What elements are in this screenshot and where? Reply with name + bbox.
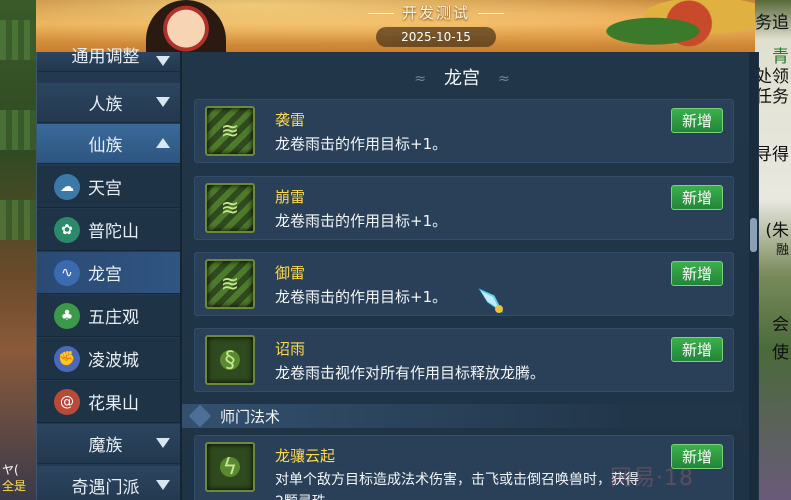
wave-icon: ∿ [54, 259, 80, 286]
event-banner: 开发测试 2025-10-15 [36, 0, 755, 52]
quest-text: 务追 [755, 13, 789, 33]
skill-name: 袭雷 [275, 111, 306, 129]
skill-desc: 龙卷雨击的作用目标+1。 [275, 135, 448, 153]
sidebar-item-wuzhuang[interactable]: ♣ 五庄观 [37, 295, 180, 337]
thunder-icon: ≋ [205, 259, 255, 309]
chevron-down-icon [156, 438, 170, 448]
sidebar-item-putuo[interactable]: ✿ 普陀山 [37, 209, 180, 251]
new-badge: 新增 [671, 337, 723, 362]
banner-date: 2025-10-15 [376, 27, 496, 47]
skill-desc: 2颗灵珠 [275, 491, 326, 500]
subheading: 师门法术 [182, 404, 742, 428]
patch-notes-panel: 通用调整 人族 仙族 ☁ 天宫 ✿ 普陀山 ∿ 龙宫 ♣ 五庄观 ✊ 凌波城 @… [36, 47, 759, 500]
sidebar-item-longgong[interactable]: ∿ 龙宫 [37, 252, 180, 294]
quest-text: 会 [772, 315, 789, 335]
chevron-up-icon [156, 138, 170, 148]
fist-icon: ✊ [54, 345, 80, 372]
thunder-icon: ≋ [205, 183, 255, 233]
chevron-down-icon [156, 56, 170, 66]
change-card: ≋ 袭雷 龙卷雨击的作用目标+1。 新增 [194, 99, 734, 163]
chevron-down-icon [156, 97, 170, 107]
banner-ribbon: 开发测试 2025-10-15 [346, 0, 526, 52]
new-badge: 新增 [671, 261, 723, 286]
content-area: ≈ 龙宫 ≈ ≋ 袭雷 龙卷雨击的作用目标+1。 新增 ≋ 崩雷 龙卷雨击的作用目标… [182, 52, 742, 500]
cursor-icon [475, 285, 507, 318]
sidebar-category-immortal[interactable]: 仙族 [37, 124, 180, 164]
scrollbar[interactable] [749, 52, 758, 500]
sidebar-category-human[interactable]: 人族 [37, 83, 180, 123]
swirl-icon: ≈ [414, 71, 426, 87]
diamond-icon [188, 404, 212, 428]
skill-desc: 对单个敌方目标造成法术伤害，击飞或击倒召唤兽时，获得 [275, 472, 639, 488]
game-background-left: ヤ( 全是 [0, 0, 36, 500]
spiral-icon: @ [54, 388, 80, 415]
sidebar-category-demon[interactable]: 魔族 [37, 424, 180, 464]
chevron-down-icon [156, 480, 170, 490]
dragon-icon: § [205, 335, 255, 385]
quest-text: 使 [772, 343, 789, 363]
section-title: ≈ 龙宫 ≈ [414, 68, 510, 89]
chat-text: ヤ( [2, 463, 19, 477]
game-background-right: 务追 青 处领 任务 寻得 (朱 融 会 使 [755, 0, 791, 500]
monster-portrait [581, 0, 755, 52]
banner-title: 开发测试 [401, 4, 470, 22]
quest-text: 处领 [755, 67, 789, 87]
quest-text: (朱 [765, 221, 789, 241]
quest-text: 寻得 [755, 145, 789, 165]
new-badge: 新增 [671, 108, 723, 133]
skill-desc: 龙卷雨击视作对所有作用目标释放龙腾。 [275, 364, 546, 382]
skill-desc: 龙卷雨击的作用目标+1。 [275, 288, 448, 306]
game-screen: { "banner": { "title": "开发测试", "date": "… [0, 0, 791, 500]
thunder-icon: ≋ [205, 106, 255, 156]
sidebar-item-huaguo[interactable]: @ 花果山 [37, 381, 180, 423]
sidebar-item-tiangong[interactable]: ☁ 天宫 [37, 166, 180, 208]
skill-desc: 龙卷雨击的作用目标+1。 [275, 212, 448, 230]
change-card: ≋ 御雷 龙卷雨击的作用目标+1。 新增 [194, 252, 734, 316]
sidebar: 通用调整 人族 仙族 ☁ 天宫 ✿ 普陀山 ∿ 龙宫 ♣ 五庄观 ✊ 凌波城 @… [37, 47, 180, 500]
skill-name: 诏雨 [275, 340, 306, 358]
sidebar-item-lingbo[interactable]: ✊ 凌波城 [37, 338, 180, 380]
skill-name: 龙骧云起 [275, 447, 336, 465]
sidebar-category-encounter[interactable]: 奇遇门派 [37, 466, 180, 500]
lotus-icon: ✿ [54, 216, 80, 243]
quest-text: 融 [775, 243, 789, 258]
chat-text: 全是 [2, 479, 27, 493]
scrollbar-thumb[interactable] [750, 218, 757, 252]
new-badge: 新增 [671, 185, 723, 210]
quest-text: 青 [772, 47, 789, 67]
skill-name: 崩雷 [275, 188, 306, 206]
change-card: § 诏雨 龙卷雨击视作对所有作用目标释放龙腾。 新增 [194, 328, 734, 392]
quest-text: 任务 [755, 87, 789, 107]
dragon-icon: ϟ [205, 442, 255, 492]
cloud-icon: ☁ [54, 173, 80, 200]
sidebar-category-general[interactable]: 通用调整 [37, 47, 180, 72]
tree-icon: ♣ [54, 302, 80, 329]
change-card: ≋ 崩雷 龙卷雨击的作用目标+1。 新增 [194, 176, 734, 240]
watermark: 网易·18 [610, 466, 694, 491]
swirl-icon: ≈ [498, 71, 510, 87]
skill-name: 御雷 [275, 264, 306, 282]
